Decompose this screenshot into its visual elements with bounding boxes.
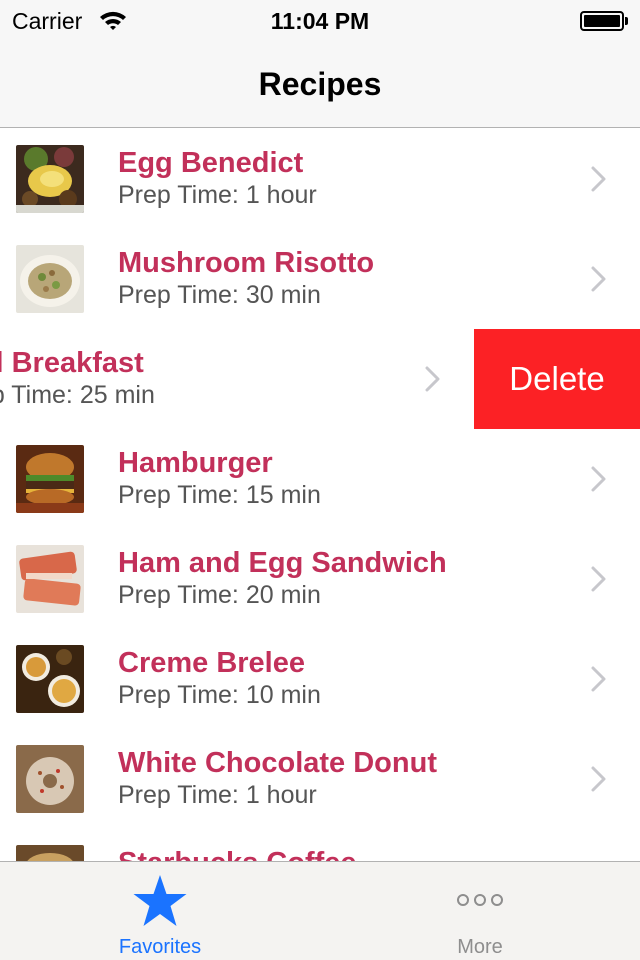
donut-thumbnail xyxy=(16,745,84,813)
recipe-title: Egg Benedict xyxy=(118,147,304,179)
chevron-right-icon xyxy=(591,766,606,792)
recipe-title: Hamburger xyxy=(118,447,273,479)
recipe-row-content[interactable]: Mushroom Risotto Prep Time: 30 min xyxy=(0,229,640,329)
recipe-title: Mushroom Risotto xyxy=(118,247,375,279)
chevron-right-icon xyxy=(591,566,606,592)
tab-bar: Favorites More xyxy=(0,861,640,960)
tab-favorites[interactable]: Favorites xyxy=(0,862,320,960)
recipes-screen: Carrier 11:04 PM Recipes Egg Benedict Pr… xyxy=(0,0,640,960)
clock: 11:04 PM xyxy=(270,8,370,34)
egg-benedict-thumbnail xyxy=(16,145,84,213)
recipe-title: Ham and Egg Sandwich xyxy=(118,547,447,579)
recipe-row-content[interactable]: White Chocolate Donut Prep Time: 1 hour xyxy=(0,729,640,829)
hamburger-thumbnail xyxy=(16,445,84,513)
recipe-row-content[interactable]: Hamburger Prep Time: 15 min xyxy=(0,429,640,529)
status-bar: Carrier 11:04 PM xyxy=(0,0,640,40)
recipe-row-content[interactable]: Starbucks Coffee xyxy=(0,829,640,861)
delete-button[interactable]: Delete xyxy=(474,329,640,429)
recipe-title: Starbucks Coffee xyxy=(118,847,357,861)
navigation-bar: Recipes xyxy=(0,40,640,128)
tab-favorites-label: Favorites xyxy=(118,936,202,958)
recipe-prep-time: Prep Time: 10 min xyxy=(118,681,321,709)
recipe-row[interactable]: Ham and Egg Sandwich Prep Time: 20 min xyxy=(0,529,640,629)
chevron-right-icon xyxy=(591,266,606,292)
recipe-table[interactable]: Egg Benedict Prep Time: 1 hour Mushroom … xyxy=(0,129,640,861)
recipe-title: White Chocolate Donut xyxy=(118,747,437,779)
mushroom-risotto-thumbnail xyxy=(16,245,84,313)
coffee-thumbnail xyxy=(16,845,84,861)
recipe-row-content[interactable]: Creme Brelee Prep Time: 10 min xyxy=(0,629,640,729)
recipe-row[interactable]: Egg Benedict Prep Time: 1 hour xyxy=(0,129,640,229)
battery-icon xyxy=(580,11,628,31)
recipe-row[interactable]: Mushroom Risotto Prep Time: 30 min xyxy=(0,229,640,329)
chevron-right-icon xyxy=(591,166,606,192)
recipe-row-content[interactable]: Egg Benedict Prep Time: 1 hour xyxy=(0,129,640,229)
chevron-right-icon xyxy=(591,466,606,492)
chevron-right-icon xyxy=(425,366,440,392)
recipe-row[interactable]: Hamburger Prep Time: 15 min xyxy=(0,429,640,529)
recipe-row[interactable]: White Chocolate Donut Prep Time: 1 hour xyxy=(0,729,640,829)
recipe-prep-time: Prep Time: 15 min xyxy=(118,481,321,509)
recipe-prep-time: Prep Time: 25 min xyxy=(0,381,155,409)
ham-egg-sandwich-thumbnail xyxy=(16,545,84,613)
chevron-right-icon xyxy=(591,666,606,692)
recipe-row-content[interactable]: Full Breakfast Prep Time: 25 min xyxy=(0,329,474,429)
recipe-prep-time: Prep Time: 30 min xyxy=(118,281,321,309)
recipe-prep-time: Prep Time: 1 hour xyxy=(118,781,317,809)
recipe-row[interactable]: Starbucks Coffee xyxy=(0,829,640,861)
recipe-title: Full Breakfast xyxy=(0,347,144,379)
recipe-prep-time: Prep Time: 1 hour xyxy=(118,181,317,209)
page-title: Recipes xyxy=(258,66,382,102)
more-icon xyxy=(457,894,503,906)
tab-more[interactable]: More xyxy=(320,862,640,960)
recipe-row[interactable]: Creme Brelee Prep Time: 10 min xyxy=(0,629,640,729)
star-icon xyxy=(133,875,187,926)
recipe-row-swiped[interactable]: Full Breakfast Prep Time: 25 min Delete xyxy=(0,329,640,429)
recipe-row-content[interactable]: Ham and Egg Sandwich Prep Time: 20 min xyxy=(0,529,640,629)
recipe-prep-time: Prep Time: 20 min xyxy=(118,581,321,609)
creme-brulee-thumbnail xyxy=(16,645,84,713)
recipe-title: Creme Brelee xyxy=(118,647,305,679)
tab-more-label: More xyxy=(457,936,503,958)
